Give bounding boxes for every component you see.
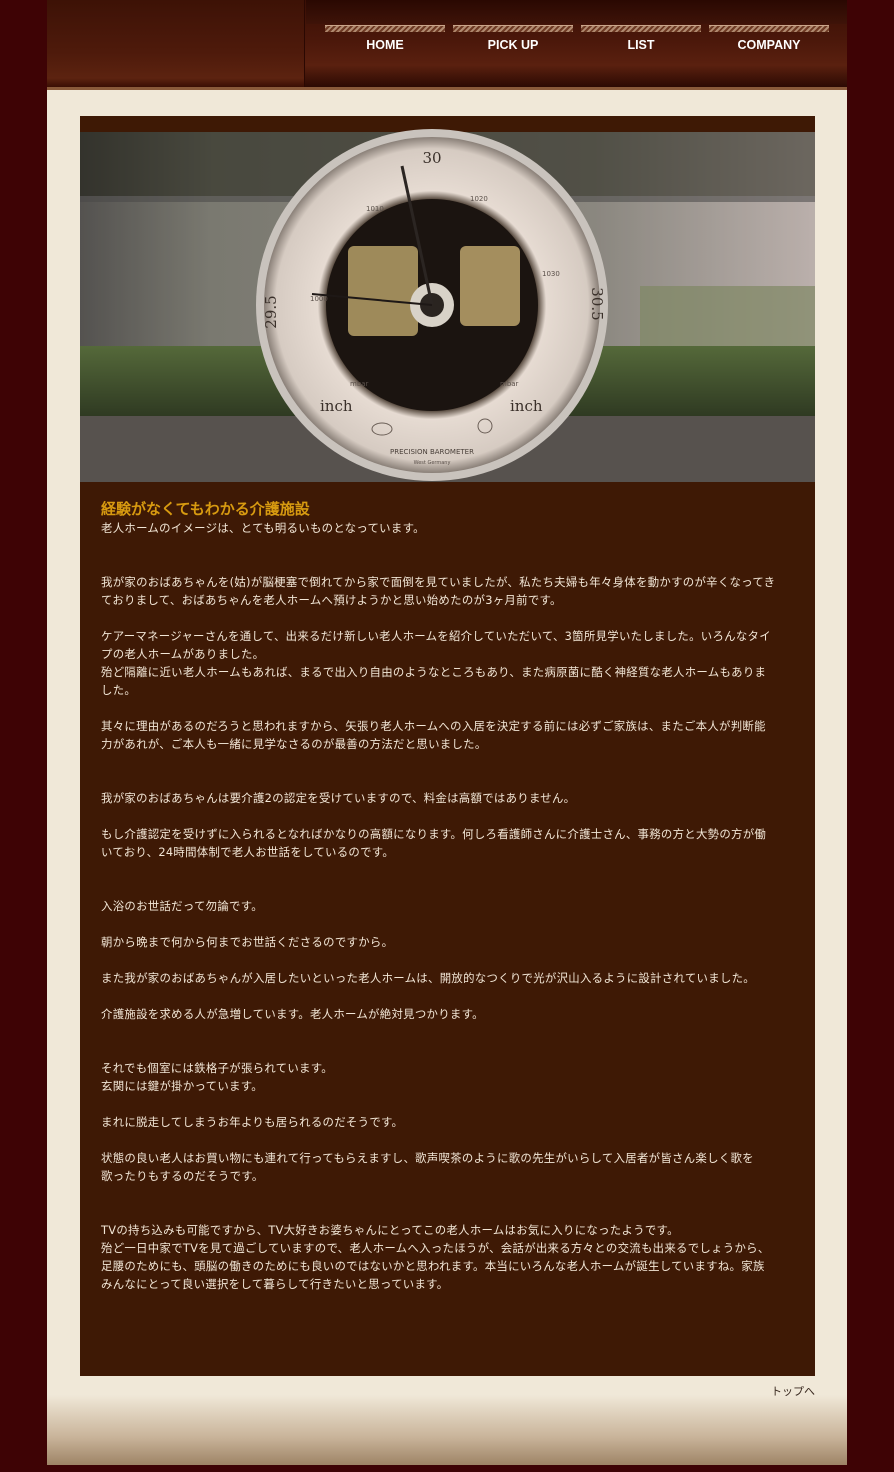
text-line: 力があれが、ご本人も一緒に見学なさるのが最善の方法だと思いました。 [101,737,487,751]
main-content: 経験がなくてもわかる介護施設 老人ホームのイメージは、とても明るいものとなってい… [80,482,815,1376]
text-line: 老人ホームのイメージは、とても明るいものとなっています。 [101,521,425,535]
paragraph-13: TVの持ち込みも可能ですから、TV大好きお婆ちゃんにとってこの老人ホームはお気に… [101,1221,795,1293]
logo-area [47,0,305,87]
page-container: HOME PICK UP LIST COMPANY 30 29.5 30.5 1… [47,0,847,1465]
dial-1000-label: 1000 [310,295,328,303]
paragraph-9: 介護施設を求める人が急増しています。老人ホームが絶対見つかります。 [101,1005,795,1023]
nav-bar-decoration [581,25,701,32]
barometer-illustration: 30 29.5 30.5 1010 1020 1000 1030 inch in… [80,116,815,482]
text-line: 殆ど隔離に近い老人ホームもあれば、まるで出入り自由のようなところもあり、また病原… [101,665,767,679]
text-line: ておりまして、おばあちゃんを老人ホームへ預けようかと思い始めたのが3ヶ月前です。 [101,593,562,607]
paragraph-1: 我が家のおばあちゃんを(姑)が脳梗塞で倒れてから家で面倒を見ていましたが、私たち… [101,573,795,609]
barometer-caption: PRECISION BAROMETER [390,448,474,456]
text-line: 介護施設を求める人が急増しています。老人ホームが絶対見つかります。 [101,1007,484,1021]
inch-right-label: inch [510,397,543,415]
paragraph-6: 入浴のお世話だって勿論です。 [101,897,795,915]
text-line: みんなにとって良い選択をして暮らして行きたいと思っています。 [101,1277,449,1291]
text-line: 我が家のおばあちゃんは要介護2の認定を受けていますので、料金は高額ではありません… [101,791,576,805]
mbar-right-label: mbar [500,380,519,388]
paragraph-5: もし介護認定を受けずに入られるとなればかなりの高額になります。何しろ看護師さんに… [101,825,795,861]
text-line: プの老人ホームがありました。 [101,647,265,661]
nav-bar-decoration [453,25,573,32]
text-line: した。 [101,683,137,697]
text-line: 入浴のお世話だって勿論です。 [101,899,263,913]
nav-bar-decoration [709,25,829,32]
text-line: いており、24時間体制で老人お世話をしているのです。 [101,845,395,859]
text-line: 玄関には鍵が掛かっています。 [101,1079,263,1093]
text-line: 其々に理由があるのだろうと思われますから、矢張り老人ホームへの入居を決定する前に… [101,719,766,733]
hero-barometer-image: 30 29.5 30.5 1010 1020 1000 1030 inch in… [80,116,815,482]
back-to-top-link[interactable]: トップへ [771,1383,815,1399]
nav-company[interactable]: COMPANY [709,25,829,65]
paragraph-4: 我が家のおばあちゃんは要介護2の認定を受けていますので、料金は高額ではありません… [101,789,795,807]
text-line: また我が家のおばあちゃんが入居したいといった老人ホームは、開放的なつくりで光が沢… [101,971,755,985]
mbar-left-label: mbar [350,380,369,388]
text-line: もし介護認定を受けずに入られるとなればかなりの高額になります。何しろ看護師さんに… [101,827,767,841]
dial-29-5-label: 29.5 [262,295,280,328]
barometer-subcaption: West Germany [414,460,451,466]
text-line: それでも個室には鉄格子が張られています。 [101,1061,333,1075]
dial-1030-label: 1030 [542,270,560,278]
dial-30-label: 30 [422,149,441,167]
paragraph-8: また我が家のおばあちゃんが入居したいといった老人ホームは、開放的なつくりで光が沢… [101,969,795,987]
nav-home-label: HOME [366,38,404,52]
nav-bar-decoration [325,25,445,32]
inch-left-label: inch [320,397,353,415]
paragraph-3: 其々に理由があるのだろうと思われますから、矢張り老人ホームへの入居を決定する前に… [101,717,795,753]
paragraph-10: それでも個室には鉄格子が張られています。 玄関には鍵が掛かっています。 [101,1059,795,1095]
nav-pick-up[interactable]: PICK UP [453,25,573,65]
text-line: 殆ど一日中家でTVを見て過ごしていますので、老人ホームへ入ったほうが、会話が出来… [101,1241,770,1255]
dial-30-5-label: 30.5 [588,287,606,320]
paragraph-7: 朝から晩まで何から何までお世話くださるのですから。 [101,933,795,951]
nav-company-label: COMPANY [737,38,801,52]
header-strip [306,0,847,24]
text-line: 我が家のおばあちゃんを(姑)が脳梗塞で倒れてから家で面倒を見ていましたが、私たち… [101,575,776,589]
dial-1020-label: 1020 [470,195,488,203]
text-line: まれに脱走してしまうお年よりも居られるのだそうです。 [101,1115,404,1129]
nav-pick-up-label: PICK UP [487,38,539,52]
text-line: 足腰のためにも、頭脳の働きのためにも良いのではないかと思われます。本当にいろんな… [101,1259,765,1273]
text-line: ケアーマネージャーさんを通して、出来るだけ新しい老人ホームを紹介していただいて、… [101,629,771,643]
text-line: 状態の良い老人はお買い物にも連れて行ってもらえますし、歌声喫茶のように歌の先生が… [101,1151,754,1165]
footer-shade [47,1395,847,1465]
dial-1010-label: 1010 [366,205,384,213]
paragraph-11: まれに脱走してしまうお年よりも居られるのだそうです。 [101,1113,795,1131]
content-title: 経験がなくてもわかる介護施設 [101,500,310,518]
paragraph-2: ケアーマネージャーさんを通して、出来るだけ新しい老人ホームを紹介していただいて、… [101,627,795,699]
text-line: 朝から晩まで何から何までお世話くださるのですから。 [101,935,394,949]
text-line: TVの持ち込みも可能ですから、TV大好きお婆ちゃんにとってこの老人ホームはお気に… [101,1223,679,1237]
nav-home[interactable]: HOME [325,25,445,65]
text-line: 歌ったりもするのだそうです。 [101,1169,264,1183]
nav-list-label: LIST [627,38,655,52]
main-nav: HOME PICK UP LIST COMPANY [325,25,829,65]
intro-paragraph: 老人ホームのイメージは、とても明るいものとなっています。 [101,519,795,537]
site-header: HOME PICK UP LIST COMPANY [47,0,847,90]
paragraph-12: 状態の良い老人はお買い物にも連れて行ってもらえますし、歌声喫茶のように歌の先生が… [101,1149,795,1185]
nav-list[interactable]: LIST [581,25,701,65]
